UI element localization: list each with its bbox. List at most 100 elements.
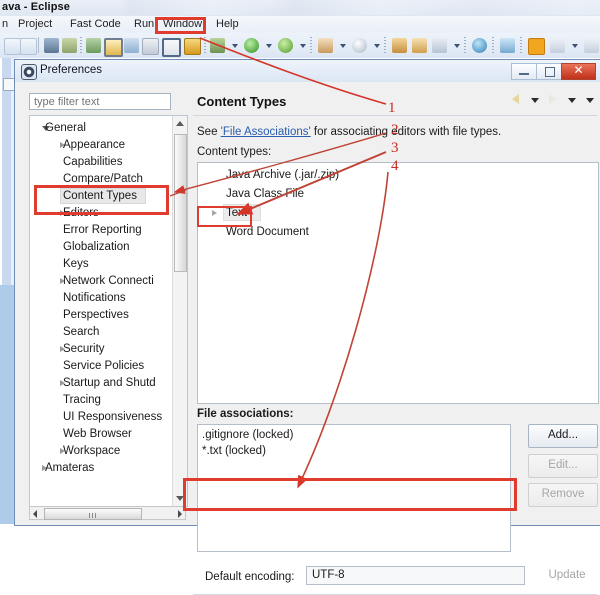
tree-scroll-up-icon[interactable] — [176, 121, 184, 126]
run-icon[interactable] — [244, 38, 259, 53]
search-icon[interactable] — [318, 38, 333, 53]
list-item[interactable]: .gitignore (locked) — [202, 427, 293, 443]
pencil-dropdown-icon[interactable] — [454, 44, 460, 48]
default-encoding-input[interactable]: UTF-8 — [306, 566, 525, 585]
tree-hscrollbar-thumb[interactable] — [44, 508, 142, 520]
bug-run-icon[interactable] — [210, 38, 225, 53]
perspective-icon[interactable] — [86, 38, 101, 53]
navigate-icon[interactable] — [20, 38, 37, 55]
sidebar-item-label: Service Policies — [63, 360, 145, 372]
content-type-row[interactable]: Word Document — [198, 223, 598, 241]
drawer-icon[interactable] — [184, 38, 201, 55]
tree-scroll-left-icon[interactable] — [33, 510, 37, 518]
eclipse-toolbar[interactable] — [0, 33, 600, 59]
list-item[interactable]: *.txt (locked) — [202, 443, 266, 459]
sidebar-item-capabilities[interactable]: Capabilities — [30, 154, 172, 170]
tree-scrollbar-thumb[interactable] — [174, 134, 187, 272]
open-folder-icon[interactable] — [412, 38, 427, 53]
sidebar-item-network-connecti[interactable]: Network Connecti — [30, 273, 172, 289]
sidebar-item-editors[interactable]: Editors — [30, 205, 172, 221]
search-dropdown-icon[interactable] — [340, 44, 346, 48]
menu-item-project[interactable]: Project — [14, 18, 56, 31]
menu-item-fast-code[interactable]: Fast Code — [66, 18, 125, 31]
sidebar-item-label: Content Types — [63, 190, 137, 202]
tree-scroll-right-icon[interactable] — [178, 510, 182, 518]
update-button: Update — [548, 569, 586, 581]
sync-icon[interactable] — [500, 38, 515, 53]
sidebar-item-amateras[interactable]: Amateras — [30, 460, 172, 476]
outline-icon[interactable] — [44, 38, 59, 53]
close-button[interactable]: ✕ — [561, 63, 596, 80]
menu-item-help[interactable]: Help — [212, 18, 243, 31]
link-icon[interactable] — [124, 38, 139, 53]
preferences-tree[interactable]: General Appearance Capabilities Compare/Pat… — [29, 115, 188, 507]
tree-horizontal-scrollbar[interactable] — [29, 506, 186, 520]
sidebar-item-perspectives[interactable]: Perspectives — [30, 307, 172, 323]
bug-icon[interactable] — [62, 38, 77, 53]
filter-input[interactable] — [29, 93, 171, 110]
open-type-dropdown-icon[interactable] — [374, 44, 380, 48]
bar-chart-icon[interactable] — [162, 38, 181, 57]
back-dropdown-caret-icon[interactable] — [531, 98, 539, 103]
preferences-body: General Appearance Capabilities Compare/Pat… — [15, 82, 600, 595]
content-type-row[interactable]: Java Archive (.jar/.zip) — [198, 166, 598, 184]
file-associations-link[interactable]: 'File Associations' — [221, 126, 311, 138]
sidebar-item-tracing[interactable]: Tracing — [30, 392, 172, 408]
sidebar-item-search[interactable]: Search — [30, 324, 172, 340]
forward-dropdown-caret-icon[interactable] — [568, 98, 576, 103]
content-types-list[interactable]: Java Archive (.jar/.zip) Java Class File T… — [197, 162, 599, 404]
globe-icon[interactable] — [472, 38, 487, 53]
sidebar-item-workspace[interactable]: Workspace — [30, 443, 172, 459]
chevron-right-icon[interactable] — [212, 210, 217, 216]
sidebar-item-web-browser[interactable]: Web Browser — [30, 426, 172, 442]
sidebar-item-service-policies[interactable]: Service Policies — [30, 358, 172, 374]
pencil-icon[interactable] — [432, 38, 447, 53]
open-type-icon[interactable] — [352, 38, 367, 53]
misc-icon[interactable] — [584, 38, 599, 53]
header-divider — [193, 115, 597, 116]
sidebar-item-notifications[interactable]: Notifications — [30, 290, 172, 306]
bug-run-dropdown-icon[interactable] — [232, 44, 238, 48]
file-associations-list[interactable]: .gitignore (locked) *.txt (locked) — [197, 424, 511, 552]
key-icon[interactable] — [550, 38, 565, 53]
sidebar-item-startup-and-shutd[interactable]: Startup and Shutd — [30, 375, 172, 391]
maximize-button[interactable] — [536, 63, 562, 80]
toolbar-dot-separator-7 — [520, 37, 522, 54]
refresh-icon[interactable] — [4, 38, 21, 55]
coverage-dropdown-icon[interactable] — [300, 44, 306, 48]
run-dropdown-icon[interactable] — [266, 44, 272, 48]
back-arrow-icon[interactable] — [512, 94, 519, 104]
folder-icon[interactable] — [392, 38, 407, 53]
sidebar-item-label: Keys — [63, 258, 89, 270]
menu-item-truncated[interactable]: n — [0, 18, 12, 31]
forward-arrow-icon[interactable] — [549, 94, 556, 104]
sidebar-item-appearance[interactable]: Appearance — [30, 137, 172, 153]
menu-item-run[interactable]: Run — [130, 18, 158, 31]
add-button[interactable]: Add... — [528, 424, 598, 448]
tree-vertical-scrollbar[interactable] — [172, 116, 187, 506]
sidebar-item-compare-patch[interactable]: Compare/Patch — [30, 171, 172, 187]
sidebar-item-globalization[interactable]: Globalization — [30, 239, 172, 255]
eclipse-menubar[interactable]: n Project Fast Code Run Window Help — [0, 16, 600, 34]
eclipse-titlebar: ava - Eclipse — [0, 0, 600, 17]
content-type-row[interactable]: Text — [198, 204, 598, 222]
sidebar-item-keys[interactable]: Keys — [30, 256, 172, 272]
sidebar-item-general[interactable]: General — [30, 120, 172, 136]
doc-icon[interactable] — [142, 38, 159, 55]
tree-scroll-down-icon[interactable] — [176, 496, 184, 501]
sidebar-item-error-reporting[interactable]: Error Reporting — [30, 222, 172, 238]
menu-item-window[interactable]: Window — [159, 18, 206, 31]
sidebar-item-security[interactable]: Security — [30, 341, 172, 357]
content-type-row[interactable]: Java Class File — [198, 185, 598, 203]
hint-prefix: See — [197, 126, 221, 138]
terminate-icon[interactable] — [528, 38, 545, 55]
coverage-icon[interactable] — [278, 38, 293, 53]
content-type-label: Java Archive (.jar/.zip) — [226, 169, 340, 181]
annotation-icon[interactable] — [104, 38, 123, 57]
view-menu-caret-icon[interactable] — [586, 98, 594, 103]
sidebar-item-content-types[interactable]: Content Types — [30, 188, 172, 204]
preferences-titlebar[interactable]: Preferences ✕ — [15, 60, 600, 83]
sidebar-item-ui-responsiveness[interactable]: UI Responsiveness — [30, 409, 172, 425]
minimize-button[interactable] — [511, 63, 537, 80]
key-dropdown-icon[interactable] — [572, 44, 578, 48]
